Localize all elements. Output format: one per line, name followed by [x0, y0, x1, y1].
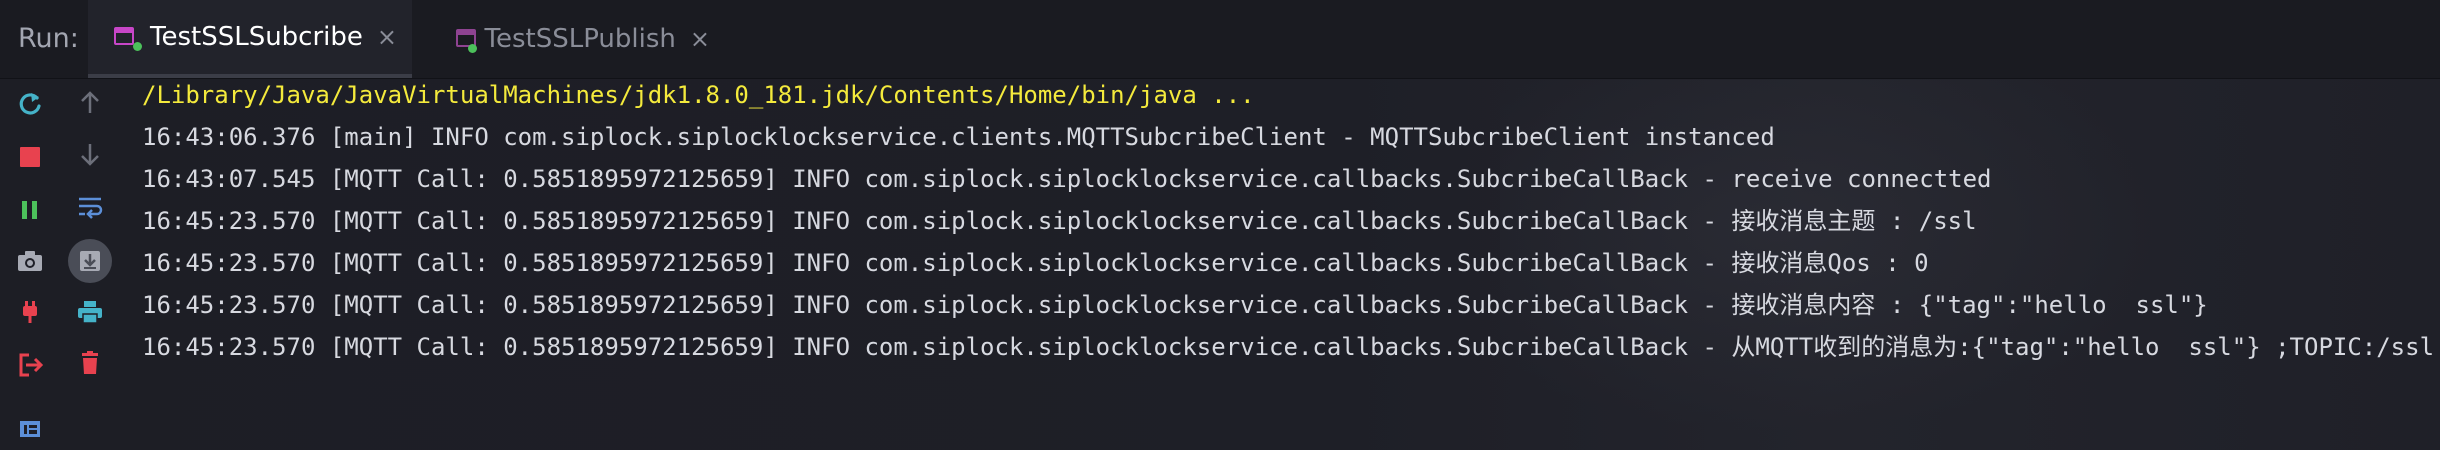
console-log-line: 16:43:07.545 [MQTT Call: 0.5851895972125… — [142, 165, 1992, 193]
next-occurrence-button[interactable] — [70, 134, 110, 174]
clear-all-button[interactable] — [70, 343, 110, 383]
scroll-to-end-button[interactable] — [68, 239, 112, 283]
console-log-line: 16:45:23.570 [MQTT Call: 0.5851895972125… — [142, 333, 2435, 361]
tab-testsslpublish[interactable]: TestSSLPublish × — [430, 0, 710, 78]
print-icon — [78, 301, 102, 324]
stop-button[interactable] — [10, 137, 50, 177]
console-log-line: 16:43:06.376 [main] INFO com.siplock.sip… — [142, 123, 1775, 151]
layout-icon — [20, 421, 40, 437]
soft-wrap-button[interactable] — [70, 186, 110, 226]
pause-button[interactable] — [10, 190, 50, 230]
stop-icon — [20, 147, 40, 167]
soft-wrap-icon — [79, 197, 103, 219]
rerun-icon — [19, 93, 41, 115]
pause-icon — [22, 201, 37, 219]
exit-icon — [19, 353, 44, 377]
run-tab-bar: Run: TestSSLSubcribe × TestSSLPublish × — [0, 0, 2440, 79]
console-output[interactable]: /Library/Java/JavaVirtualMachines/jdk1.8… — [124, 78, 2440, 450]
close-icon[interactable]: × — [690, 24, 710, 54]
exit-button[interactable] — [10, 345, 50, 385]
previous-occurrence-button[interactable] — [70, 83, 110, 123]
run-tool-window: Run: TestSSLSubcribe × TestSSLPublish × — [0, 0, 2440, 450]
dump-threads-button[interactable] — [10, 241, 50, 281]
console-command-line: /Library/Java/JavaVirtualMachines/jdk1.8… — [142, 81, 1255, 109]
tab-label: TestSSLSubcribe — [150, 22, 363, 52]
print-button[interactable] — [70, 292, 110, 332]
restore-layout-button[interactable] — [10, 409, 50, 449]
trash-icon — [82, 351, 98, 374]
console-log-line: 16:45:23.570 [MQTT Call: 0.5851895972125… — [142, 291, 2208, 319]
close-icon[interactable]: × — [377, 22, 397, 52]
camera-icon — [18, 251, 42, 271]
tab-testsslsubcribe[interactable]: TestSSLSubcribe × — [88, 0, 412, 78]
arrow-down-icon — [81, 144, 99, 166]
run-config-icon — [456, 29, 477, 53]
console-log-line: 16:45:23.570 [MQTT Call: 0.5851895972125… — [142, 207, 1977, 235]
run-label: Run: — [18, 23, 79, 54]
console-log-line: 16:45:23.570 [MQTT Call: 0.5851895972125… — [142, 249, 1929, 277]
disconnect-button[interactable] — [10, 292, 50, 332]
scroll-to-end-icon — [80, 251, 100, 271]
plug-icon — [23, 301, 37, 323]
run-config-icon — [114, 27, 142, 51]
arrow-up-icon — [81, 91, 99, 113]
tab-label: TestSSLPublish — [484, 24, 676, 54]
rerun-button[interactable] — [10, 84, 50, 124]
